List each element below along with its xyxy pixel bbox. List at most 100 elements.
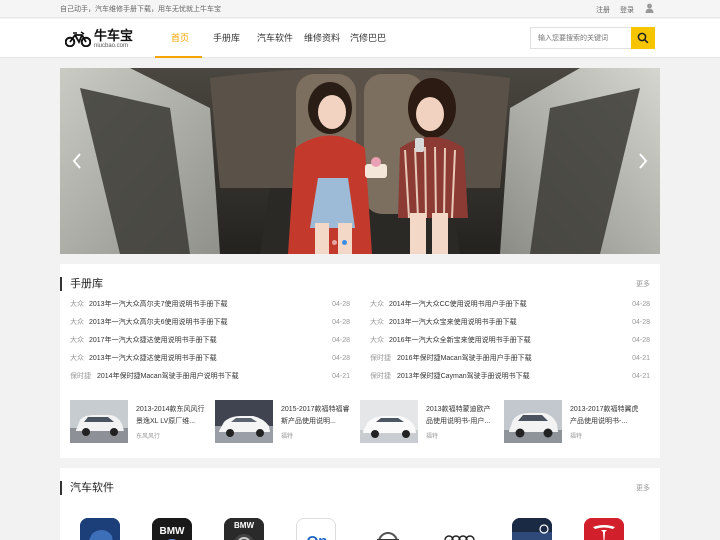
item-date: 04-28 xyxy=(632,337,650,344)
card-brand: 东风风行 xyxy=(136,434,161,440)
user-icon[interactable] xyxy=(645,3,654,13)
item-brand: 保时捷 xyxy=(70,373,91,380)
card-title[interactable]: 2013款福特蒙迪欧产品使用说明书-用户... xyxy=(426,404,496,428)
item-title[interactable]: 2013年一汽大众捷达使用说明书手册下载 xyxy=(89,354,217,364)
bmw-app-icon[interactable]: BMW xyxy=(152,518,192,540)
card-title[interactable]: 2013-2017款福特翼虎产品使用说明书-... xyxy=(570,404,640,428)
item-title[interactable]: 2016年保时捷Macan驾驶手册用户手册下载 xyxy=(397,354,532,364)
car-thumbnail[interactable] xyxy=(215,400,273,443)
item-brand: 大众 xyxy=(370,319,384,326)
item-brand: 大众 xyxy=(70,337,84,344)
item-brand: 大众 xyxy=(70,301,84,308)
list-item[interactable]: 大众 2013年一汽大众高尔夫6使用说明书手册下载 04-28 xyxy=(70,318,350,336)
item-title[interactable]: 2014年保时捷Macan驾驶手册用户说明书下载 xyxy=(97,372,239,382)
item-date: 04-28 xyxy=(332,337,350,344)
section-title: 汽车软件 xyxy=(60,481,114,495)
nav-repair-data[interactable]: 维修资料 xyxy=(304,33,340,44)
more-link[interactable]: 更多 xyxy=(636,483,650,493)
svg-text:BMW: BMW xyxy=(160,526,186,537)
prev-slide-arrow-icon[interactable] xyxy=(71,152,83,170)
manual-card[interactable]: 2013-2017款福特翼虎产品使用说明书-... 福特 xyxy=(504,400,644,444)
manual-card[interactable]: 2013款福特蒙迪欧产品使用说明书-用户... 福特 xyxy=(360,400,500,444)
manual-library-section: 手册库 更多 大众 2013年一汽大众高尔夫7使用说明书手册下载 04-28 大… xyxy=(60,264,660,458)
item-date: 04-21 xyxy=(632,373,650,380)
logo-domain: niucbao.com xyxy=(94,43,129,49)
item-title[interactable]: 2013年一汽大众高尔夫6使用说明书手册下载 xyxy=(89,318,227,328)
onstar-app-icon[interactable]: On xyxy=(296,518,336,540)
list-item[interactable]: 大众 2017年一汽大众捷达使用说明书手册下载 04-28 xyxy=(70,336,350,354)
search-input[interactable] xyxy=(531,28,631,48)
item-title[interactable]: 2013年一汽大众宝来使用说明书手册下载 xyxy=(389,318,517,328)
bmw-connected-app-icon[interactable]: BMW xyxy=(224,518,264,540)
motorcycle-logo-icon xyxy=(65,31,91,47)
item-date: 04-28 xyxy=(332,355,350,362)
item-date: 04-21 xyxy=(332,373,350,380)
ford-app-icon[interactable] xyxy=(80,518,120,540)
item-brand: 大众 xyxy=(370,301,384,308)
audi-app-icon[interactable] xyxy=(440,518,480,540)
register-link[interactable]: 注册 xyxy=(596,5,610,15)
item-brand: 保时捷 xyxy=(370,373,391,380)
item-brand: 大众 xyxy=(70,319,84,326)
item-brand: 保时捷 xyxy=(370,355,391,362)
item-title[interactable]: 2016年一汽大众全新宝来使用说明书手册下载 xyxy=(389,336,531,346)
item-title[interactable]: 2013年一汽大众高尔夫7使用说明书手册下载 xyxy=(89,300,227,310)
car-thumbnail[interactable] xyxy=(504,400,562,443)
nav-home[interactable]: 首页 xyxy=(171,33,189,44)
card-brand: 福特 xyxy=(426,434,439,440)
car-thumbnail[interactable] xyxy=(360,400,418,443)
item-title[interactable]: 2014年一汽大众CC使用说明书用户手册下载 xyxy=(389,300,527,310)
item-brand: 大众 xyxy=(70,355,84,362)
item-title[interactable]: 2013年保时捷Cayman驾驶手册说明书下载 xyxy=(397,372,530,382)
car-software-section: 汽车软件 更多 BMW BMW On xyxy=(60,468,660,540)
carousel-dot-active[interactable] xyxy=(342,240,347,245)
list-item[interactable]: 大众 2013年一汽大众宝来使用说明书手册下载 04-28 xyxy=(370,318,650,336)
item-date: 04-28 xyxy=(332,319,350,326)
tesla-app-icon[interactable] xyxy=(584,518,624,540)
search-icon xyxy=(637,32,649,44)
logo-text: 牛车宝 xyxy=(94,28,134,43)
nav-active-indicator xyxy=(155,56,202,58)
site-slogan: 自己动手，汽车维修手册下载，用车无忧就上牛车宝 xyxy=(60,6,221,13)
list-item[interactable]: 保时捷 2014年保时捷Macan驾驶手册用户说明书下载 04-21 xyxy=(70,372,350,390)
manual-card[interactable]: 2013-2014款东风风行景逸XL LV原厂维... 东风风行 xyxy=(70,400,210,444)
nav-repair-baba[interactable]: 汽修巴巴 xyxy=(350,33,386,44)
nav-manual-library[interactable]: 手册库 xyxy=(213,33,240,44)
next-slide-arrow-icon[interactable] xyxy=(637,152,649,170)
card-title[interactable]: 2013-2014款东风风行景逸XL LV原厂维... xyxy=(136,404,206,428)
banner-image xyxy=(60,68,660,254)
login-link[interactable]: 登录 xyxy=(620,5,634,15)
nav-car-software[interactable]: 汽车软件 xyxy=(257,33,293,44)
top-bar: 自己动手，汽车维修手册下载，用车无忧就上牛车宝 注册 登录 xyxy=(0,0,720,18)
section-title: 手册库 xyxy=(60,277,103,291)
item-brand: 大众 xyxy=(370,337,384,344)
svg-text:BMW: BMW xyxy=(234,521,254,530)
list-item[interactable]: 大众 2016年一汽大众全新宝来使用说明书手册下载 04-28 xyxy=(370,336,650,354)
volkswagen-app-icon[interactable] xyxy=(512,518,552,540)
list-item[interactable]: 大众 2013年一汽大众高尔夫7使用说明书手册下载 04-28 xyxy=(70,300,350,318)
card-brand: 福特 xyxy=(281,434,294,440)
item-date: 04-28 xyxy=(332,301,350,308)
list-item[interactable]: 保时捷 2013年保时捷Cayman驾驶手册说明书下载 04-21 xyxy=(370,372,650,390)
manual-list-left: 大众 2013年一汽大众高尔夫7使用说明书手册下载 04-28 大众 2013年… xyxy=(70,300,350,390)
svg-text:On: On xyxy=(307,533,328,540)
site-logo[interactable]: 牛车宝 niucbao.com xyxy=(65,29,135,51)
manual-card[interactable]: 2015-2017款福特福睿斯产品使用说明... 福特 xyxy=(215,400,355,444)
search-button[interactable] xyxy=(631,27,655,49)
list-item[interactable]: 保时捷 2016年保时捷Macan驾驶手册用户手册下载 04-21 xyxy=(370,354,650,372)
list-item[interactable]: 大众 2013年一汽大众捷达使用说明书手册下载 04-28 xyxy=(70,354,350,372)
carousel-dot[interactable] xyxy=(332,240,337,245)
item-date: 04-28 xyxy=(632,319,650,326)
volvo-app-icon[interactable] xyxy=(368,518,408,540)
search-box xyxy=(530,27,632,49)
more-link[interactable]: 更多 xyxy=(636,279,650,289)
card-title[interactable]: 2015-2017款福特福睿斯产品使用说明... xyxy=(281,404,351,428)
card-brand: 福特 xyxy=(570,434,583,440)
list-item[interactable]: 大众 2014年一汽大众CC使用说明书用户手册下载 04-28 xyxy=(370,300,650,318)
banner-carousel[interactable] xyxy=(60,68,660,254)
manual-list-right: 大众 2014年一汽大众CC使用说明书用户手册下载 04-28 大众 2013年… xyxy=(370,300,650,390)
item-title[interactable]: 2017年一汽大众捷达使用说明书手册下载 xyxy=(89,336,217,346)
item-date: 04-21 xyxy=(632,355,650,362)
item-date: 04-28 xyxy=(632,301,650,308)
car-thumbnail[interactable] xyxy=(70,400,128,443)
